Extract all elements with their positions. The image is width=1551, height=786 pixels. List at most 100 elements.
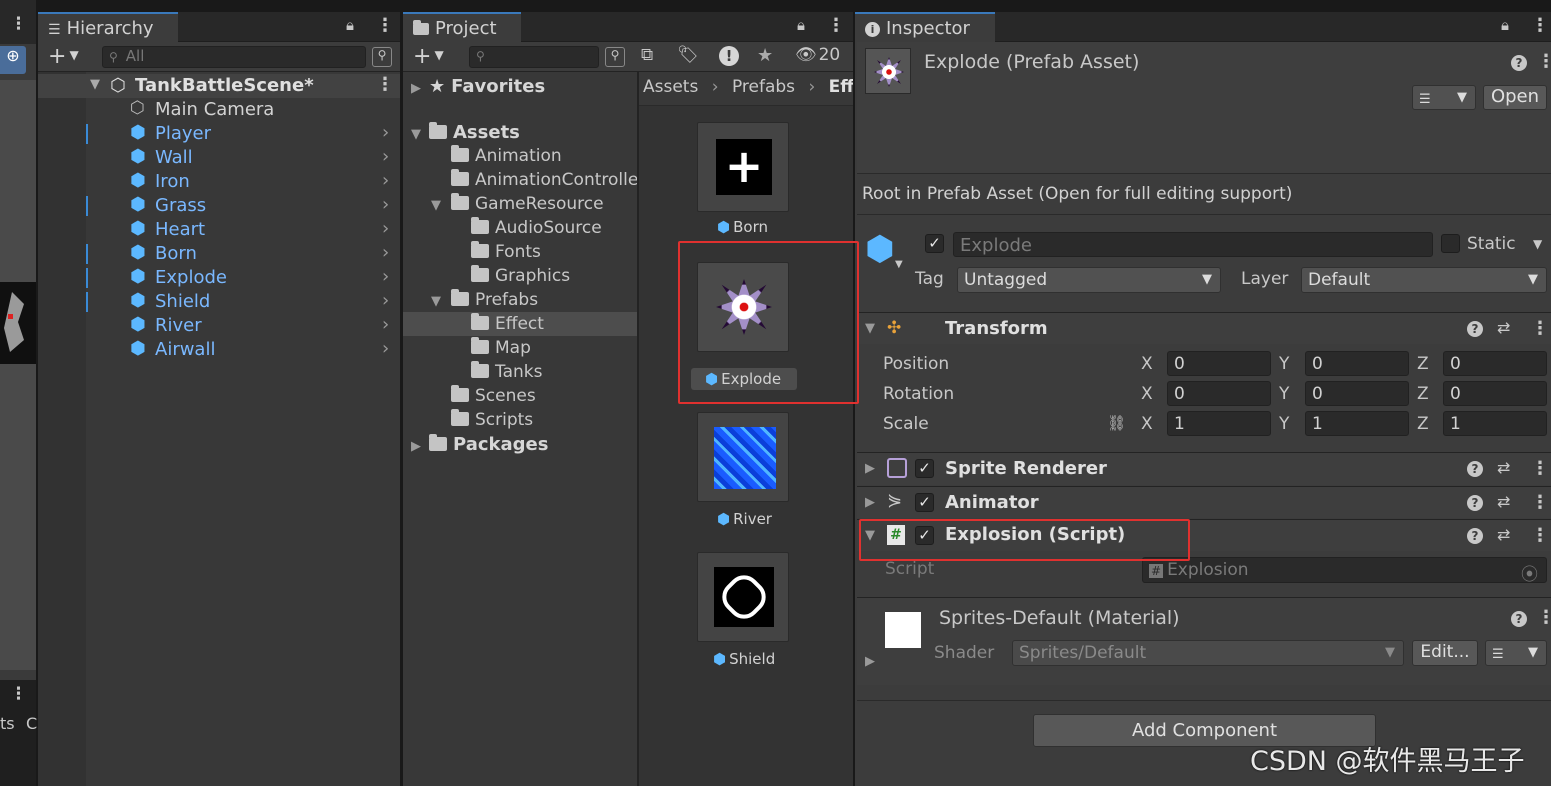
collapsed-triangle-icon[interactable]: ▶	[411, 439, 425, 454]
breadcrumb-assets[interactable]: Assets	[643, 77, 698, 97]
tree-item-animation[interactable]: Animation	[451, 145, 562, 166]
chevron-right-icon[interactable]: ›	[382, 170, 389, 191]
material-options-dropdown[interactable]: ☰ ▼	[1485, 640, 1547, 666]
expand-triangle-icon[interactable]: ▼	[90, 77, 100, 92]
gameobject-cube-icon[interactable]: ⬢	[865, 229, 895, 269]
rotation-x-axis-label[interactable]: X	[1141, 384, 1153, 404]
hierarchy-item[interactable]: ⬢ Born ›	[38, 242, 400, 266]
asset-thumbnail-shield[interactable]	[697, 552, 789, 642]
asset-label-river[interactable]: ⬢ River	[717, 510, 772, 528]
prefab-options-dropdown[interactable]: ☰ ▼	[1412, 85, 1476, 110]
collapsed-triangle-icon[interactable]: ▶	[865, 495, 875, 510]
preset-settings-icon[interactable]: ⇄	[1497, 525, 1510, 544]
layer-dropdown[interactable]: Default ▼	[1301, 267, 1547, 293]
expand-triangle-icon[interactable]: ▼	[411, 127, 425, 142]
favorite-star-icon[interactable]: ★	[757, 45, 773, 66]
project-search-input[interactable]: ⚲	[469, 46, 599, 68]
scale-y-axis-label[interactable]: Y	[1279, 414, 1289, 434]
rotation-x-field[interactable]: 0	[1167, 381, 1271, 406]
add-object-button[interactable]: + ▼	[48, 44, 79, 69]
tab-project[interactable]: Project	[403, 12, 521, 42]
chevron-right-icon[interactable]: ›	[382, 122, 389, 143]
expand-triangle-icon[interactable]: ▼	[431, 198, 445, 213]
tree-item-packages[interactable]: ▶ Packages	[411, 434, 548, 455]
filter-warning-icon[interactable]: !	[719, 46, 739, 66]
rotation-y-axis-label[interactable]: Y	[1279, 384, 1289, 404]
hierarchy-item[interactable]: ⬢ Wall ›	[38, 146, 400, 170]
help-icon[interactable]: ?	[1511, 611, 1527, 627]
scale-y-field[interactable]: 1	[1305, 411, 1409, 436]
position-y-field[interactable]: 0	[1305, 351, 1409, 376]
animator-component-header[interactable]: ▶ ⋟ ✓ Animator ? ⇄ ⋮	[857, 486, 1551, 518]
expand-triangle-icon[interactable]: ▼	[865, 321, 875, 336]
tree-item-favorites[interactable]: ▶ ★ Favorites	[411, 76, 545, 97]
static-checkbox[interactable]	[1441, 234, 1460, 253]
kebab-icon[interactable]: ⋮	[1531, 318, 1549, 339]
hierarchy-item[interactable]: ⬢ Shield ›	[38, 290, 400, 314]
kebab-icon[interactable]: ⋮	[1537, 607, 1551, 628]
kebab-icon[interactable]: ⋮	[1531, 525, 1549, 546]
chevron-down-icon[interactable]: ▼	[895, 259, 903, 270]
kebab-icon[interactable]: ⋮	[376, 74, 394, 95]
hierarchy-search-input[interactable]: ⚲ All	[102, 46, 366, 68]
kebab-icon[interactable]: ⋮	[10, 14, 27, 34]
rotation-z-field[interactable]: 0	[1443, 381, 1547, 406]
kebab-icon[interactable]: ⋮	[827, 15, 845, 36]
object-name-field[interactable]: Explode	[953, 232, 1433, 257]
hierarchy-item[interactable]: ⬡ Main Camera	[38, 98, 400, 122]
tree-item-assets[interactable]: ▼ Assets	[411, 122, 520, 143]
breadcrumb-prefabs[interactable]: Prefabs	[732, 77, 795, 97]
lock-icon[interactable]: 🔒︎	[1501, 16, 1509, 34]
tag-dropdown[interactable]: Untagged ▼	[957, 267, 1221, 293]
search-expand-icon[interactable]: ⚲	[605, 47, 625, 67]
transform-component-header[interactable]: ▼ ✣ Transform ? ⇄ ⋮	[857, 312, 1551, 344]
collapsed-triangle-icon[interactable]: ▶	[865, 654, 875, 669]
tab-inspector[interactable]: i Inspector	[855, 12, 995, 42]
kebab-icon[interactable]: ⋮	[1531, 492, 1549, 513]
kebab-icon[interactable]: ⋮	[1531, 458, 1549, 479]
constrain-proportions-icon[interactable]: ⛓︎	[1107, 414, 1126, 432]
kebab-icon[interactable]: ⋮	[1537, 51, 1551, 72]
tree-item-effect[interactable]: Effect	[403, 312, 637, 336]
sprite-renderer-component-header[interactable]: ▶ ✓ Sprite Renderer ? ⇄ ⋮	[857, 452, 1551, 485]
lock-icon[interactable]: 🔒︎	[346, 16, 354, 34]
hierarchy-item[interactable]: ⬢ Airwall ›	[38, 338, 400, 362]
tree-item-audio-source[interactable]: AudioSource	[471, 217, 602, 238]
active-checkbox[interactable]: ✓	[925, 234, 944, 253]
tree-item-animation-controller[interactable]: AnimationControlle	[451, 169, 638, 190]
hierarchy-item[interactable]: ⬢ Player ›	[38, 122, 400, 146]
object-picker-icon[interactable]: ⦿	[1521, 560, 1538, 582]
tree-item-map[interactable]: Map	[471, 337, 531, 358]
partial-tab-label[interactable]: C	[26, 714, 37, 733]
position-x-field[interactable]: 0	[1167, 351, 1271, 376]
scale-z-field[interactable]: 1	[1443, 411, 1547, 436]
hierarchy-item[interactable]: ⬢ Explode ›	[38, 266, 400, 290]
position-z-axis-label[interactable]: Z	[1417, 354, 1429, 374]
chevron-right-icon[interactable]: ›	[382, 290, 389, 311]
tree-item-scenes[interactable]: Scenes	[451, 385, 536, 406]
collapsed-triangle-icon[interactable]: ▶	[411, 81, 425, 96]
help-icon[interactable]: ?	[1467, 528, 1483, 544]
chevron-right-icon[interactable]: ›	[382, 314, 389, 335]
filter-label-icon[interactable]: 🏷︎	[677, 45, 699, 65]
filter-type-icon[interactable]: ⧉	[641, 45, 653, 65]
tree-item-game-resource[interactable]: ▼ GameResource	[431, 193, 604, 214]
position-x-axis-label[interactable]: X	[1141, 354, 1153, 374]
help-icon[interactable]: ?	[1467, 461, 1483, 477]
asset-thumbnail-river[interactable]	[697, 412, 789, 502]
tree-item-fonts[interactable]: Fonts	[471, 241, 541, 262]
chevron-right-icon[interactable]: ›	[382, 194, 389, 215]
rotation-z-axis-label[interactable]: Z	[1417, 384, 1429, 404]
scene-row[interactable]: ▼ ⬡ TankBattleScene* ⋮	[38, 74, 400, 98]
partial-tab-label[interactable]: ts	[0, 714, 15, 733]
hierarchy-item[interactable]: ⬢ River ›	[38, 314, 400, 338]
help-icon[interactable]: ?	[1467, 495, 1483, 511]
chevron-right-icon[interactable]: ›	[382, 242, 389, 263]
lock-icon[interactable]: 🔒︎	[797, 16, 805, 34]
rotation-y-field[interactable]: 0	[1305, 381, 1409, 406]
breadcrumb-effect[interactable]: Effe	[829, 77, 853, 97]
expand-triangle-icon[interactable]: ▼	[431, 294, 445, 309]
tree-item-tanks[interactable]: Tanks	[471, 361, 542, 382]
position-z-field[interactable]: 0	[1443, 351, 1547, 376]
kebab-icon[interactable]: ⋮	[376, 15, 394, 36]
